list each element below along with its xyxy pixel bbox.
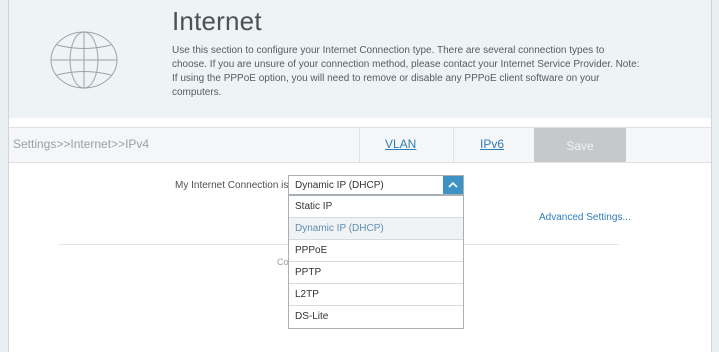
breadcrumb: Settings>>Internet>>IPv4 <box>13 137 150 151</box>
option-ds-lite[interactable]: DS-Lite <box>289 306 463 328</box>
option-dynamic-ip[interactable]: Dynamic IP (DHCP) <box>289 218 463 240</box>
obscured-text: Co <box>277 257 289 267</box>
tab-vlan[interactable]: VLAN <box>385 137 416 151</box>
option-pptp[interactable]: PPTP <box>289 262 463 284</box>
toolbar-separator <box>453 128 454 162</box>
chevron-up-icon[interactable] <box>443 176 463 194</box>
option-l2tp[interactable]: L2TP <box>289 284 463 306</box>
option-static-ip[interactable]: Static IP <box>289 196 463 218</box>
page-description: Use this section to configure your Inter… <box>172 45 640 98</box>
option-pppoe[interactable]: PPPoE <box>289 240 463 262</box>
connection-type-select[interactable]: Dynamic IP (DHCP) <box>288 175 464 195</box>
toolbar-separator <box>359 128 360 162</box>
page-title: Internet <box>172 6 262 36</box>
settings-toolbar: Settings>>Internet>>IPv4 VLAN IPv6 Save <box>9 127 711 163</box>
connection-type-label: My Internet Connection is: <box>175 180 292 191</box>
connection-type-value: Dynamic IP (DHCP) <box>295 180 384 191</box>
page-header: Internet Use this section to configure y… <box>9 0 711 118</box>
advanced-settings-link[interactable]: Advanced Settings... <box>539 212 631 223</box>
globe-icon <box>50 31 118 89</box>
save-button[interactable]: Save <box>534 128 626 162</box>
page-frame: Internet Use this section to configure y… <box>8 0 712 352</box>
connection-type-dropdown: Static IP Dynamic IP (DHCP) PPPoE PPTP L… <box>288 195 464 329</box>
tab-ipv6[interactable]: IPv6 <box>480 137 504 151</box>
